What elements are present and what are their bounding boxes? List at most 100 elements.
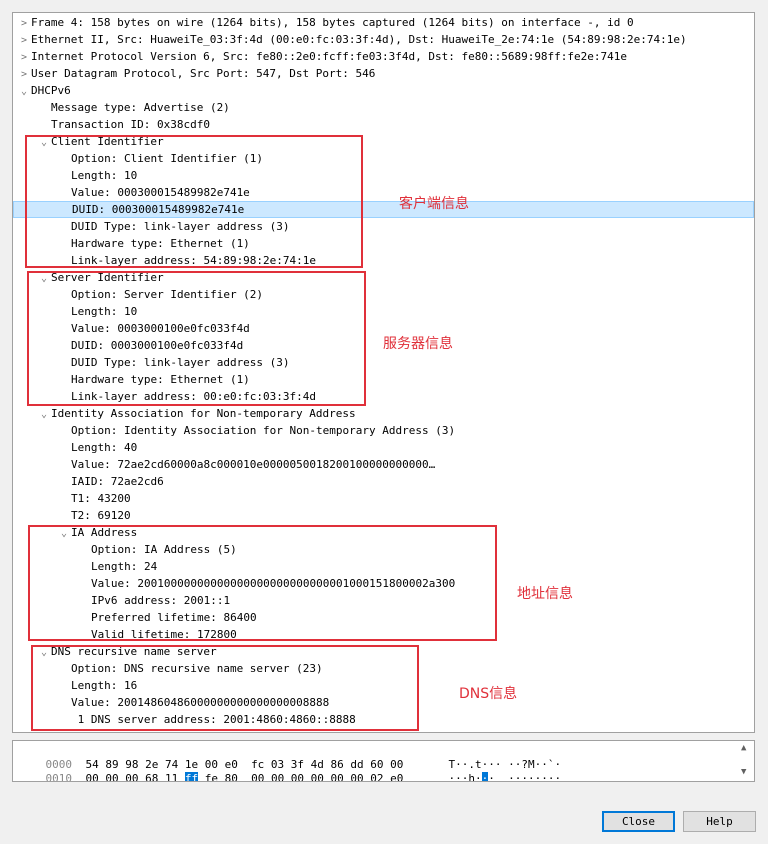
tree-row-label: DUID Type: link-layer address (3) — [71, 220, 290, 233]
tree-field[interactable]: Option: Server Identifier (2) — [13, 286, 754, 303]
tree-row-label: Value: 200100000000000000000000000000010… — [91, 577, 456, 590]
hex-bytes: 00 00 00 68 11 — [85, 772, 185, 782]
tree-row-label: Length: 40 — [71, 441, 138, 454]
tree-field[interactable]: Length: 24 — [13, 558, 754, 575]
tree-row-label: Hardware type: Ethernet (1) — [71, 237, 250, 250]
tree-node[interactable]: > Internet Protocol Version 6, Src: fe80:… — [13, 48, 754, 65]
tree-node[interactable]: ⌄ IA Address — [13, 524, 754, 541]
expand-arrow-icon[interactable]: > — [17, 32, 31, 49]
tree-row-label: Hardware type: Ethernet (1) — [71, 373, 250, 386]
tree-row-label: Internet Protocol Version 6, Src: fe80::… — [31, 50, 628, 63]
expand-arrow-icon[interactable]: > — [17, 66, 31, 83]
collapse-arrow-icon[interactable]: ⌄ — [37, 406, 51, 423]
tree-row-label: Value: 000300015489982e741e — [71, 186, 250, 199]
tree-field[interactable]: Option: Identity Association for Non-tem… — [13, 422, 754, 439]
tree-row-label: Ethernet II, Src: HuaweiTe_03:3f:4d (00:… — [31, 33, 687, 46]
tree-row-label: DUID: 0003000100e0fc033f4d — [71, 339, 244, 352]
scroll-down-icon[interactable]: ▼ — [741, 767, 746, 777]
tree-row-label: Option: IA Address (5) — [91, 543, 237, 556]
tree-field[interactable]: Value: 000300015489982e741e — [13, 184, 754, 201]
tree-field[interactable]: Value: 200100000000000000000000000000010… — [13, 575, 754, 592]
tree-field[interactable]: Length: 40 — [13, 439, 754, 456]
tree-row-label: Transaction ID: 0x38cdf0 — [51, 118, 210, 131]
help-button[interactable]: Help — [683, 811, 756, 832]
collapse-arrow-icon[interactable]: ⌄ — [57, 525, 71, 542]
collapse-arrow-icon[interactable]: ⌄ — [37, 644, 51, 661]
tree-row-label: DNS recursive name server — [51, 645, 217, 658]
tree-node[interactable]: > Frame 4: 158 bytes on wire (1264 bits),… — [13, 14, 754, 31]
tree-field[interactable]: 1 DNS server address: 2001:4860:4860::88… — [13, 711, 754, 728]
tree-row-label: DUID: 000300015489982e741e — [72, 203, 245, 216]
tree-field[interactable]: Message type: Advertise (2) — [13, 99, 754, 116]
tree-field[interactable]: Option: Client Identifier (1) — [13, 150, 754, 167]
tree-field[interactable]: Option: IA Address (5) — [13, 541, 754, 558]
tree-node[interactable]: ⌄ DHCPv6 — [13, 82, 754, 99]
tree-field[interactable]: Link-layer address: 54:89:98:2e:74:1e — [13, 252, 754, 269]
tree-field[interactable]: DUID: 000300015489982e741e — [13, 201, 754, 218]
hex-selected-byte[interactable]: ff — [184, 772, 199, 781]
tree-row-label: Option: DNS recursive name server (23) — [71, 662, 323, 675]
tree-row-label: DUID Type: link-layer address (3) — [71, 356, 290, 369]
tree-field[interactable]: Length: 10 — [13, 303, 754, 320]
tree-row-label: Length: 10 — [71, 169, 138, 182]
hex-scrollbar[interactable]: ▲ ▼ — [738, 741, 754, 781]
expand-arrow-icon[interactable]: > — [17, 15, 31, 32]
tree-node[interactable]: ⌄ Client Identifier — [13, 133, 754, 150]
tree-row-label: T1: 43200 — [71, 492, 131, 505]
tree-field[interactable]: Length: 16 — [13, 677, 754, 694]
tree-field[interactable]: IAID: 72ae2cd6 — [13, 473, 754, 490]
tree-row-label: 1 DNS server address: 2001:4860:4860::88… — [71, 713, 356, 726]
tree-row-label: Length: 16 — [71, 679, 138, 692]
address-annotation-label: 地址信息 — [517, 586, 573, 602]
tree-field[interactable]: DUID Type: link-layer address (3) — [13, 354, 754, 371]
tree-field[interactable]: Option: DNS recursive name server (23) — [13, 660, 754, 677]
tree-row-label: IAID: 72ae2cd6 — [71, 475, 164, 488]
tree-node[interactable]: ⌄ Server Identifier — [13, 269, 754, 286]
tree-row-label: Value: 72ae2cd60000a8c000010e00000500182… — [71, 458, 436, 471]
tree-field[interactable]: Hardware type: Ethernet (1) — [13, 235, 754, 252]
tree-node[interactable]: > Ethernet II, Src: HuaweiTe_03:3f:4d (00… — [13, 31, 754, 48]
tree-row-label: Valid lifetime: 172800 — [91, 628, 237, 641]
tree-field[interactable]: DUID Type: link-layer address (3) — [13, 218, 754, 235]
client-annotation-label: 客户端信息 — [399, 196, 469, 212]
tree-row-label: Client Identifier — [51, 135, 164, 148]
hex-ascii: ···h· — [448, 772, 482, 782]
close-button[interactable]: Close — [602, 811, 675, 832]
tree-row-label: Value: 0003000100e0fc033f4d — [71, 322, 250, 335]
tree-row-label: Value: 20014860486000000000000000008888 — [71, 696, 330, 709]
server-annotation-label: 服务器信息 — [383, 336, 453, 352]
tree-row-label: Option: Identity Association for Non-tem… — [71, 424, 456, 437]
tree-field[interactable]: Length: 10 — [13, 167, 754, 184]
tree-field[interactable]: Value: 20014860486000000000000000008888 — [13, 694, 754, 711]
tree-row-label: Message type: Advertise (2) — [51, 101, 230, 114]
collapse-arrow-icon[interactable]: ⌄ — [17, 83, 31, 100]
tree-field[interactable]: T1: 43200 — [13, 490, 754, 507]
tree-row-label: Server Identifier — [51, 271, 164, 284]
tree-row-label: Length: 24 — [91, 560, 158, 573]
tree-node[interactable]: > User Datagram Protocol, Src Port: 547, … — [13, 65, 754, 82]
tree-field[interactable]: Valid lifetime: 172800 — [13, 626, 754, 643]
tree-row-label: Option: Client Identifier (1) — [71, 152, 264, 165]
tree-field[interactable]: Hardware type: Ethernet (1) — [13, 371, 754, 388]
collapse-arrow-icon[interactable]: ⌄ — [37, 270, 51, 287]
tree-row-label: User Datagram Protocol, Src Port: 547, D… — [31, 67, 376, 80]
tree-field[interactable]: T2: 69120 — [13, 507, 754, 524]
tree-field[interactable]: Value: 72ae2cd60000a8c000010e00000500182… — [13, 456, 754, 473]
tree-field[interactable]: Transaction ID: 0x38cdf0 — [13, 116, 754, 133]
collapse-arrow-icon[interactable]: ⌄ — [37, 134, 51, 151]
tree-row-label: Link-layer address: 00:e0:fc:03:3f:4d — [71, 390, 317, 403]
packet-details-tree[interactable]: > Frame 4: 158 bytes on wire (1264 bits),… — [12, 12, 755, 733]
tree-field[interactable]: Link-layer address: 00:e0:fc:03:3f:4d — [13, 388, 754, 405]
tree-field[interactable]: Preferred lifetime: 86400 — [13, 609, 754, 626]
scroll-up-icon[interactable]: ▲ — [741, 743, 746, 753]
tree-row-label: IPv6 address: 2001::1 — [91, 594, 231, 607]
tree-row-label: Length: 10 — [71, 305, 138, 318]
hex-bytes: fe 80 00 00 00 00 00 00 02 e0 — [198, 772, 404, 782]
expand-arrow-icon[interactable]: > — [17, 49, 31, 66]
hex-row: 0000 54 89 98 2e 74 1e 00 e0 fc 03 3f 4d … — [19, 744, 562, 771]
packet-bytes-pane[interactable]: 0000 54 89 98 2e 74 1e 00 e0 fc 03 3f 4d … — [12, 740, 755, 782]
tree-field[interactable]: IPv6 address: 2001::1 — [13, 592, 754, 609]
tree-node[interactable]: ⌄ DNS recursive name server — [13, 643, 754, 660]
tree-row-label: Frame 4: 158 bytes on wire (1264 bits), … — [31, 16, 634, 29]
tree-node[interactable]: ⌄ Identity Association for Non-temporary … — [13, 405, 754, 422]
